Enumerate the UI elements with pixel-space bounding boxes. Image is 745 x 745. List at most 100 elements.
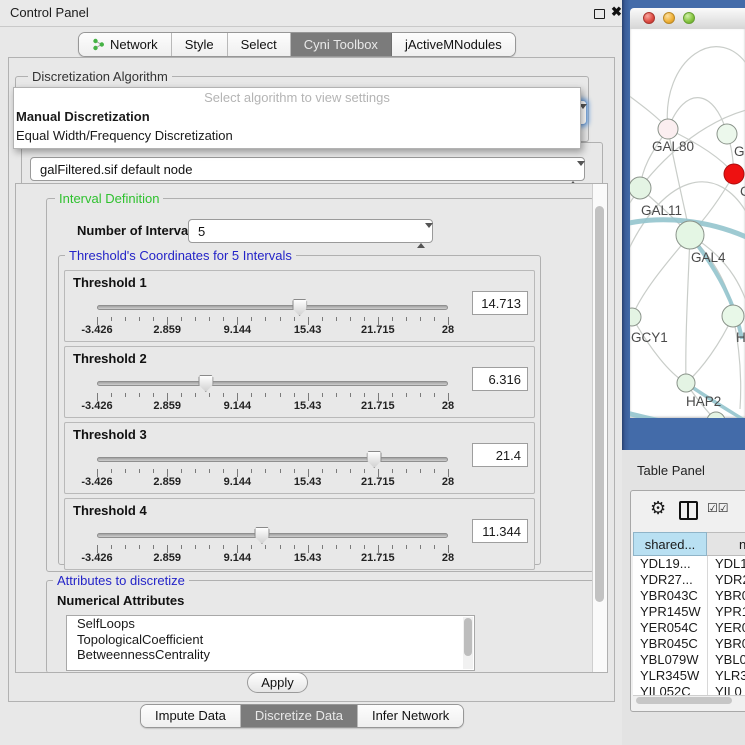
attribute-list-item[interactable]: SelfLoops xyxy=(67,616,474,632)
table-row[interactable]: YDL19...YDL1 xyxy=(633,556,745,572)
gear-icon[interactable]: ⚙ xyxy=(650,498,666,519)
threshold-value-input[interactable]: 6.316 xyxy=(472,367,528,391)
tab-jactivemnodules[interactable]: jActiveMNodules xyxy=(392,33,515,56)
table-cell-name[interactable]: YPR1 xyxy=(707,604,745,620)
tick-mark xyxy=(364,469,365,473)
attribute-list-item[interactable]: BetweennessCentrality xyxy=(67,647,474,663)
network-node[interactable] xyxy=(707,412,725,418)
network-window-titlebar[interactable] xyxy=(630,8,745,30)
table-cell-name[interactable]: YBL0 xyxy=(707,652,745,668)
tick-label: -3.426 xyxy=(81,324,112,336)
tab-impute-data[interactable]: Impute Data xyxy=(141,705,241,727)
checkbox-icons[interactable]: ☑☑ xyxy=(707,501,729,515)
network-edge[interactable] xyxy=(686,316,733,383)
attribute-list-item[interactable]: TopologicalCoefficient xyxy=(67,632,474,648)
tick-label: 2.859 xyxy=(153,400,181,412)
table-cell-shared-name[interactable]: YBL079W xyxy=(633,652,707,668)
network-node[interactable] xyxy=(676,221,704,249)
table-cell-name[interactable]: YDL1 xyxy=(707,556,745,572)
table-cell-name[interactable]: YDR2 xyxy=(707,572,745,588)
network-node[interactable] xyxy=(677,374,695,392)
table-cell-shared-name[interactable]: YBR045C xyxy=(633,636,707,652)
tick-mark xyxy=(265,393,266,397)
tab-select[interactable]: Select xyxy=(228,33,291,56)
slider-track[interactable] xyxy=(97,457,448,462)
slider-handle[interactable] xyxy=(367,451,382,468)
table-cell-name[interactable]: YER0 xyxy=(707,620,745,636)
network-node[interactable] xyxy=(724,164,744,184)
dropdown-item-equal-width[interactable]: Equal Width/Frequency Discretization xyxy=(14,126,580,145)
vertical-scrollbar[interactable] xyxy=(592,184,607,672)
slider-tick-labels: -3.4262.8599.14415.4321.71528 xyxy=(97,552,448,564)
table-row[interactable]: YBL079WYBL0 xyxy=(633,652,745,668)
network-canvas[interactable]: GAL80G.CGAL11GAL4GCY1HHAP2 xyxy=(630,29,745,418)
tab-infer-network[interactable]: Infer Network xyxy=(358,705,463,727)
group-title: Discretization Algorithm xyxy=(28,69,172,84)
network-node[interactable] xyxy=(717,124,737,144)
table-row[interactable]: YBR045CYBR0 xyxy=(633,636,745,652)
network-node[interactable] xyxy=(630,308,641,326)
table-cell-shared-name[interactable]: YLR345W xyxy=(633,668,707,684)
list-scrollbar[interactable] xyxy=(463,617,473,669)
column-header-shared-name[interactable]: shared... xyxy=(633,532,707,556)
slider-track[interactable] xyxy=(97,381,448,386)
horizontal-scrollbar[interactable] xyxy=(633,695,745,706)
threshold-value-input[interactable]: 11.344 xyxy=(472,519,528,543)
network-node[interactable] xyxy=(722,305,744,327)
dropdown-placeholder-item[interactable]: Select algorithm to view settings xyxy=(14,88,580,107)
threshold-slider[interactable] xyxy=(97,527,448,545)
tick-mark xyxy=(392,317,393,321)
table-cell-shared-name[interactable]: YDR27... xyxy=(633,572,707,588)
scrollbar-thumb[interactable] xyxy=(595,206,604,602)
tick-mark xyxy=(181,469,182,473)
threshold-slider[interactable] xyxy=(97,299,448,317)
slider-track[interactable] xyxy=(97,533,448,538)
slider-handle[interactable] xyxy=(292,299,307,316)
float-window-icon[interactable] xyxy=(594,9,605,19)
tick-mark xyxy=(350,469,351,473)
table-data-combobox[interactable]: galFiltered.sif default node xyxy=(30,157,585,181)
spinner-arrows-icon xyxy=(417,224,425,240)
table-row[interactable]: YBR043CYBR0 xyxy=(633,588,745,604)
table-row[interactable]: YPR145WYPR1 xyxy=(633,604,745,620)
columns-icon[interactable] xyxy=(679,501,698,520)
table-cell-shared-name[interactable]: YER054C xyxy=(633,620,707,636)
table-cell-name[interactable]: YBR0 xyxy=(707,636,745,652)
slider-track[interactable] xyxy=(97,305,448,310)
dropdown-item-manual-discretization[interactable]: Manual Discretization xyxy=(14,107,580,126)
table-cell-shared-name[interactable]: YDL19... xyxy=(633,556,707,572)
scrollbar-thumb[interactable] xyxy=(636,697,732,704)
table-row[interactable]: YLR345WYLR3 xyxy=(633,668,745,684)
network-node[interactable] xyxy=(630,177,651,199)
table-cell-shared-name[interactable]: YBR043C xyxy=(633,588,707,604)
table-cell-name[interactable]: YLR3 xyxy=(707,668,745,684)
table-cell-shared-name[interactable]: YPR145W xyxy=(633,604,707,620)
tab-network[interactable]: Network xyxy=(79,33,172,56)
threshold-slider[interactable] xyxy=(97,451,448,469)
close-icon[interactable]: ✖ xyxy=(611,4,622,20)
tab-style[interactable]: Style xyxy=(172,33,228,56)
slider-handle[interactable] xyxy=(254,527,269,544)
table-row[interactable]: YER054CYER0 xyxy=(633,620,745,636)
network-edge[interactable] xyxy=(632,317,686,383)
network-node[interactable] xyxy=(658,119,678,139)
tab-discretize-data[interactable]: Discretize Data xyxy=(241,705,358,727)
column-header-name[interactable]: n xyxy=(707,532,745,556)
network-edge[interactable] xyxy=(667,47,745,129)
network-edge[interactable] xyxy=(686,235,690,383)
number-of-intervals-spinner[interactable]: 5 xyxy=(188,219,433,243)
zoom-traffic-light[interactable] xyxy=(683,12,695,24)
table-row[interactable]: YDR27...YDR2 xyxy=(633,572,745,588)
apply-button[interactable]: Apply xyxy=(247,672,308,693)
threshold-slider[interactable] xyxy=(97,375,448,393)
threshold-value-input[interactable]: 14.713 xyxy=(472,291,528,315)
close-traffic-light[interactable] xyxy=(643,12,655,24)
table-cell-name[interactable]: YBR0 xyxy=(707,588,745,604)
minimize-traffic-light[interactable] xyxy=(663,12,675,24)
tick-mark xyxy=(265,469,266,473)
network-edge[interactable] xyxy=(632,235,690,317)
network-edge[interactable] xyxy=(630,411,745,418)
tab-cyni-toolbox[interactable]: Cyni Toolbox xyxy=(291,33,392,56)
threshold-value-input[interactable]: 21.4 xyxy=(472,443,528,467)
slider-handle[interactable] xyxy=(198,375,213,392)
